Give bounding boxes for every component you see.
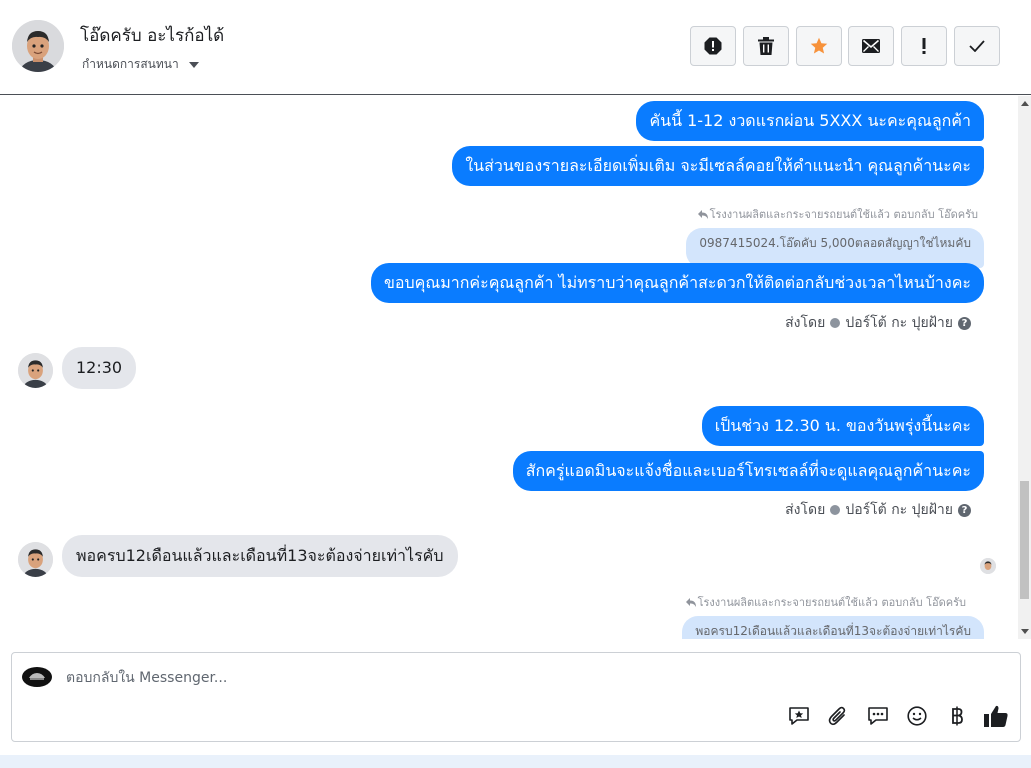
- sent-by-line: ส่งโดย ปอร์โต้ กะ ปุยฝ้าย ?: [785, 499, 971, 521]
- delete-button[interactable]: [743, 26, 789, 66]
- help-icon[interactable]: ?: [958, 316, 971, 330]
- reply-context-text: โรงงานผลิตและกระจายรถยนต์ใช้แล้ว ตอบกลับ…: [709, 208, 978, 221]
- contact-avatar-small[interactable]: [18, 353, 53, 388]
- spam-icon: [704, 37, 722, 55]
- message-thread[interactable]: คันนี้ 1-12 งวดแรกผ่อน 5XXX นะคะคุณลูกค้…: [0, 96, 1018, 639]
- reply-input[interactable]: [64, 665, 768, 691]
- quoted-message[interactable]: 0987415024.โอ๊ดคับ 5,000ตลอดสัญญาใช่ไหมค…: [686, 228, 984, 268]
- saved-replies-icon: [868, 707, 888, 725]
- verified-check-icon: [830, 505, 841, 515]
- quoted-message[interactable]: พอครบ12เดือนแล้วและเดือนที่13จะต้องจ่ายเ…: [682, 616, 984, 639]
- checkmark-icon: [969, 40, 985, 52]
- sender-name[interactable]: ปอร์โต้ กะ ปุยฝ้าย: [845, 312, 953, 334]
- mark-spam-button[interactable]: [690, 26, 736, 66]
- contact-avatar-small[interactable]: [18, 542, 53, 577]
- message-composer: [11, 652, 1021, 742]
- conversation-header: โอ๊ดครับ อะไรก้อได้ กำหนดการสนทนา: [0, 0, 1031, 95]
- conversation-label-dropdown[interactable]: กำหนดการสนทนา: [82, 55, 199, 74]
- exclamation-icon: [922, 38, 926, 54]
- attach-file-button[interactable]: [825, 703, 851, 729]
- emoji-icon: [907, 706, 927, 726]
- incoming-message[interactable]: 12:30: [62, 347, 137, 389]
- contact-avatar[interactable]: [12, 20, 64, 72]
- mark-unread-button[interactable]: [848, 26, 894, 66]
- verified-check-icon: [830, 318, 841, 328]
- scroll-thumb[interactable]: [1020, 481, 1029, 599]
- outgoing-message[interactable]: คันนี้ 1-12 งวดแรกผ่อน 5XXX นะคะคุณลูกค้…: [636, 101, 984, 141]
- mark-done-button[interactable]: [954, 26, 1000, 66]
- reply-arrow-icon: [697, 209, 708, 219]
- emoji-button[interactable]: [904, 703, 930, 729]
- sent-by-prefix: ส่งโดย: [785, 502, 826, 518]
- attachment-icon: [828, 706, 846, 726]
- incoming-message[interactable]: พอครบ12เดือนแล้วและเดือนที่13จะต้องจ่ายเ…: [62, 535, 458, 577]
- reply-context-text: โรงงานผลิตและกระจายรถยนต์ใช้แล้ว ตอบกลับ…: [697, 596, 966, 609]
- like-icon: [984, 705, 1008, 727]
- payment-button[interactable]: [944, 703, 970, 729]
- payment-icon: [952, 706, 963, 726]
- reply-arrow-icon: [685, 597, 696, 607]
- conversation-label-text: กำหนดการสนทนา: [82, 57, 179, 71]
- page-logo: [22, 667, 52, 687]
- thread-scrollbar[interactable]: [1018, 96, 1031, 639]
- sent-by-line: ส่งโดย ปอร์โต้ กะ ปุยฝ้าย ?: [785, 312, 971, 334]
- help-icon[interactable]: ?: [958, 503, 971, 517]
- outgoing-message[interactable]: เป็นช่วง 12.30 น. ของวันพรุ่งนี้นะคะ: [701, 406, 984, 446]
- envelope-icon: [862, 39, 880, 53]
- outgoing-message[interactable]: ขอบคุณมากค่ะคุณลูกค้า ไม่ทราบว่าคุณลูกค้…: [370, 263, 984, 303]
- contact-name: โอ๊ดครับ อะไรก้อได้: [80, 26, 225, 46]
- star-icon: [810, 37, 828, 54]
- scroll-up-arrow[interactable]: [1021, 101, 1029, 106]
- mark-important-button[interactable]: [901, 26, 947, 66]
- reply-context: โรงงานผลิตและกระจายรถยนต์ใช้แล้ว ตอบกลับ…: [685, 593, 966, 611]
- sent-by-prefix: ส่งโดย: [785, 315, 826, 331]
- star-button[interactable]: [796, 26, 842, 66]
- reply-context: โรงงานผลิตและกระจายรถยนต์ใช้แล้ว ตอบกลับ…: [697, 205, 978, 223]
- outgoing-message[interactable]: ในส่วนของรายละเอียดเพิ่มเติม จะมีเซลล์คอ…: [452, 146, 984, 186]
- trash-icon: [758, 37, 774, 55]
- saved-replies-button[interactable]: [865, 703, 891, 729]
- scroll-down-arrow[interactable]: [1021, 629, 1029, 634]
- sender-name[interactable]: ปอร์โต้ กะ ปุยฝ้าย: [845, 499, 953, 521]
- sticker-button[interactable]: [786, 703, 812, 729]
- outgoing-message[interactable]: สักครู่แอดมินจะแจ้งชื่อและเบอร์โทรเซลล์ท…: [512, 451, 984, 491]
- caret-down-icon: [188, 61, 199, 68]
- footer-strip: [0, 755, 1031, 768]
- sticker-icon: [789, 707, 809, 725]
- seen-indicator-avatar: [980, 558, 996, 574]
- like-button[interactable]: [983, 703, 1009, 729]
